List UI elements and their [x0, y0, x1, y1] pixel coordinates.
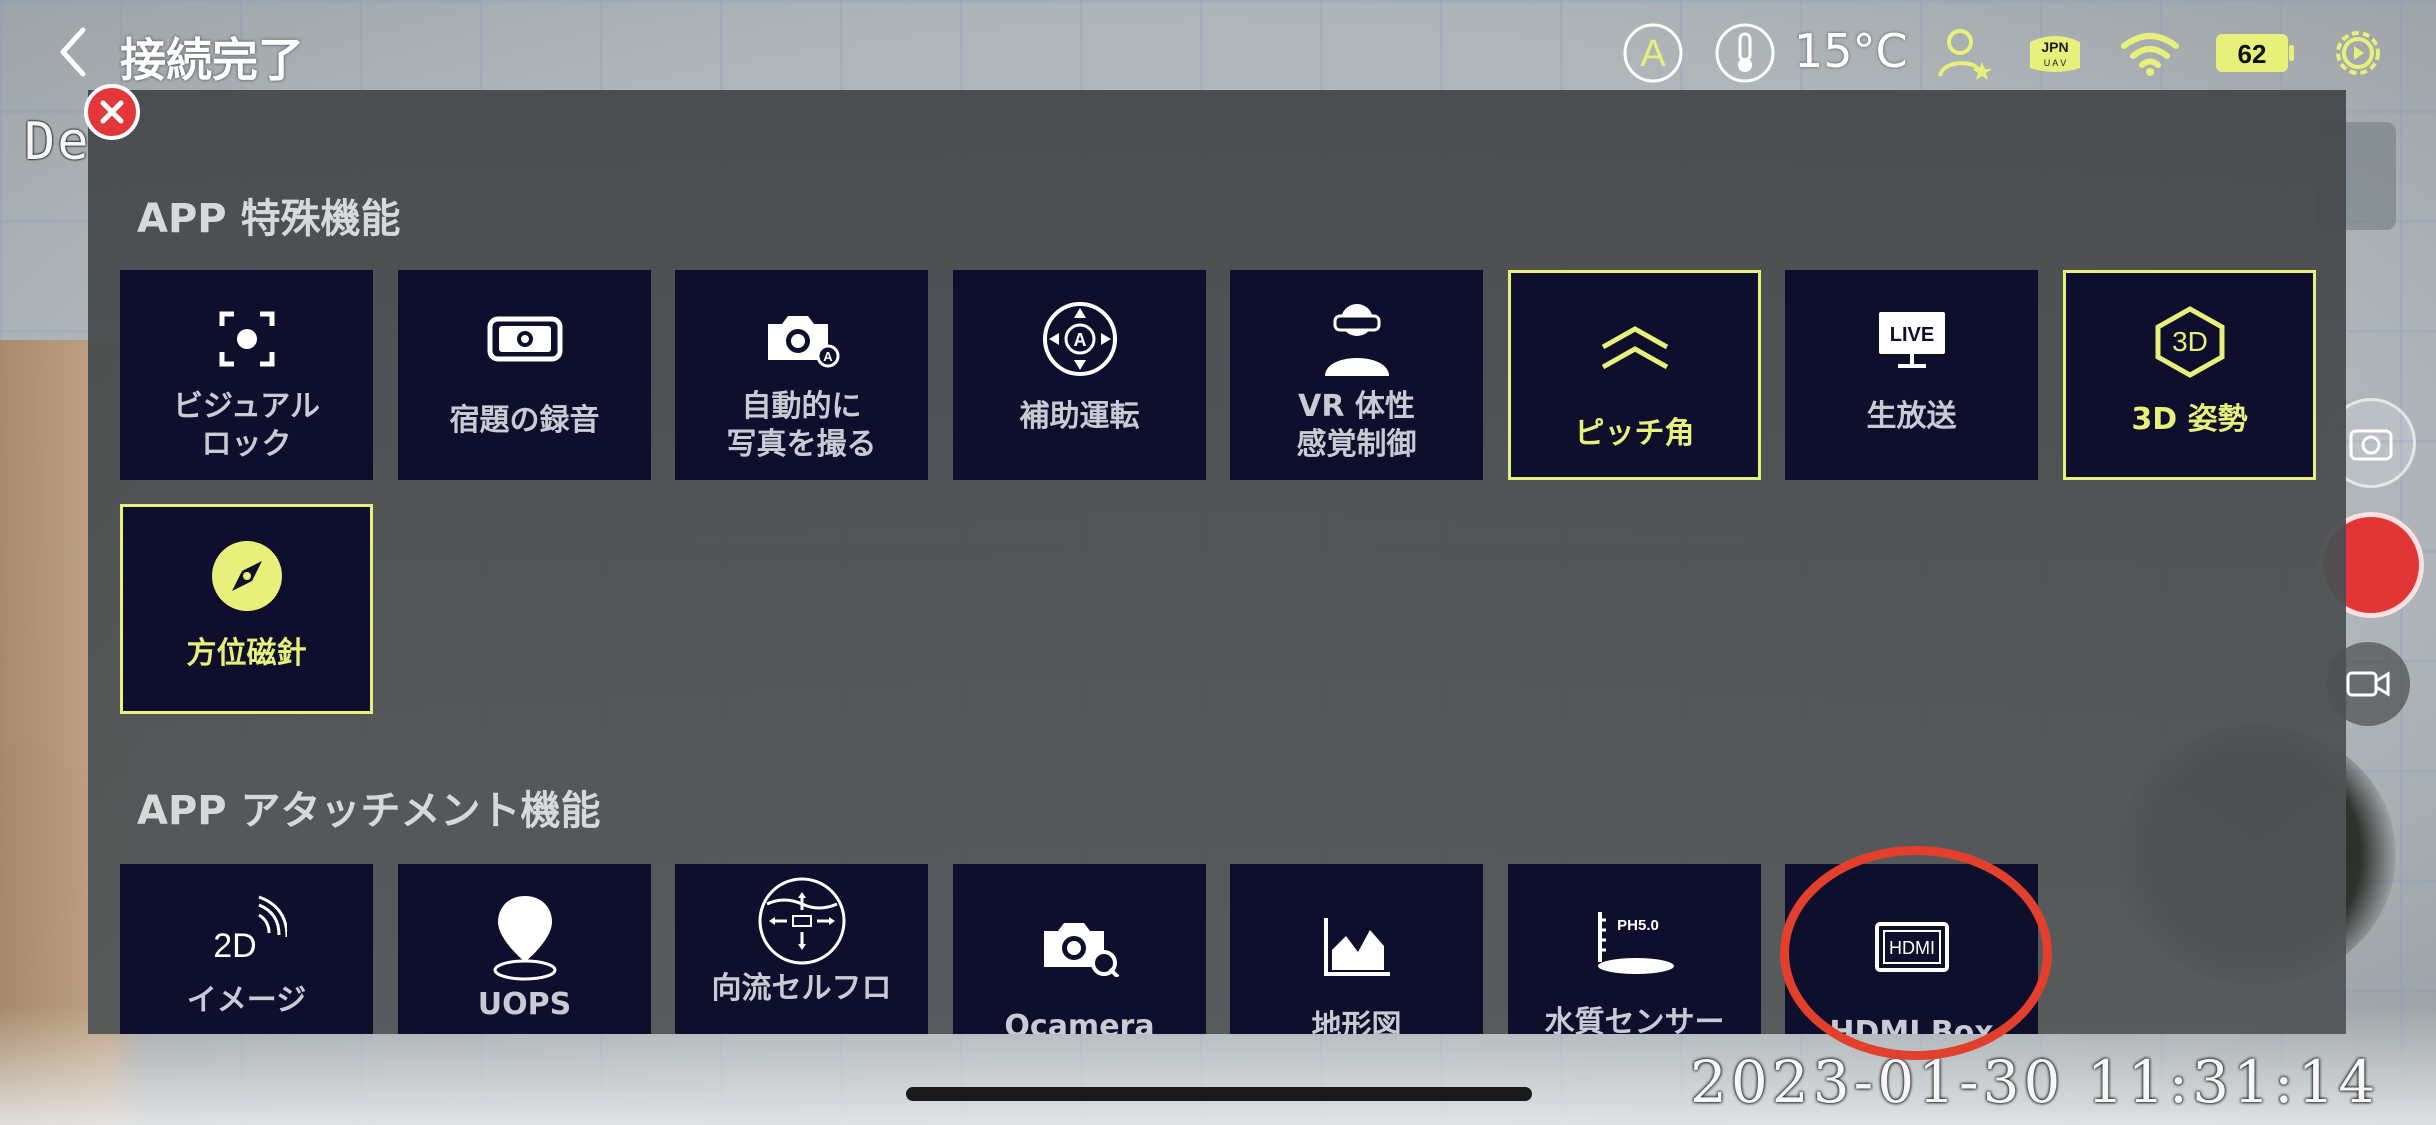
tile-label: ピッチ角 [1574, 416, 1695, 451]
svg-text:JPN: JPN [2041, 39, 2068, 55]
tile-2d-image[interactable]: 2D イメージ [120, 864, 373, 1034]
svg-text:A: A [823, 349, 833, 364]
tile-label: Qcamera [1004, 1009, 1155, 1034]
assist-drive-icon: A [1042, 302, 1117, 376]
tile-assist-drive[interactable]: A 補助運転 [953, 270, 1206, 480]
tile-label: VR 体性 感覚制御 [1296, 389, 1417, 462]
tile-label: 水質センサー [1544, 1005, 1725, 1034]
page-title: 接続完了 [120, 33, 304, 87]
svg-text:3D: 3D [2172, 326, 2208, 357]
wifi-indicator [2120, 20, 2180, 86]
camera-icon [2349, 429, 2393, 461]
compass-icon [211, 541, 282, 611]
section-title-attachment: APP アタッチメント機能 [137, 788, 601, 834]
tile-vr-control[interactable]: VR 体性 感覚制御 [1230, 270, 1483, 480]
status-bar: 接続完了 A 15°C JPN U A V 62 [0, 0, 2436, 104]
svg-text:A: A [1640, 33, 1666, 75]
battery-indicator: 62 [2214, 20, 2296, 86]
tile-visual-lock[interactable]: ビジュアル ロック [120, 270, 373, 480]
tile-label: 生放送 [1866, 399, 1957, 434]
chevron-left-icon [60, 27, 86, 77]
region-badge[interactable]: JPN U A V [2024, 20, 2086, 86]
vr-headset-icon [1324, 304, 1389, 376]
svg-text:2D: 2D [213, 927, 256, 965]
auto-mode-icon: A [1623, 23, 1683, 83]
temperature-indicator [1714, 20, 1776, 86]
flow-control-icon [758, 877, 845, 965]
tile-uops[interactable]: UOPS [398, 864, 651, 1034]
qcamera-icon [1043, 923, 1119, 977]
battery-icon: 62 [2216, 34, 2294, 72]
home-indicator[interactable] [906, 1087, 1532, 1101]
temperature-value: 15°C [1794, 24, 1908, 78]
tile-qcamera[interactable]: Qcamera [953, 864, 1206, 1034]
jpn-uav-icon: JPN U A V [2030, 36, 2080, 72]
tile-label: 自動的に 写真を撮る [726, 389, 877, 462]
tile-record[interactable]: 宿題の録音 [398, 270, 651, 480]
user-button[interactable] [1936, 20, 1994, 86]
close-icon [100, 100, 124, 124]
svg-text:U A V: U A V [2044, 58, 2067, 68]
tile-label: ビジュアル ロック [173, 389, 320, 462]
visual-lock-icon [219, 311, 274, 367]
thermometer-icon [1715, 23, 1775, 83]
ph-sensor-icon: PH5.0 [1597, 912, 1674, 974]
tile-label: 3D 姿勢 [2131, 402, 2248, 437]
tile-label: 補助運転 [1019, 399, 1140, 434]
tile-live[interactable]: LIVE 生放送 [1785, 270, 2038, 480]
tile-label: 方位磁針 [186, 636, 307, 671]
tile-compass[interactable]: 方位磁針 [120, 504, 373, 714]
tile-label: UOPS [477, 987, 572, 1022]
gear-icon [2336, 31, 2380, 75]
terrain-chart-icon [1323, 918, 1390, 976]
3d-icon: 3D [2155, 306, 2224, 378]
wifi-icon [2121, 33, 2179, 76]
pitch-chevron-icon [1601, 326, 1668, 370]
tile-label: 宿題の録音 [449, 403, 600, 438]
svg-text:LIVE: LIVE [1889, 324, 1933, 346]
tile-auto-photo[interactable]: A 自動的に 写真を撮る [675, 270, 928, 480]
2d-sonar-icon: 2D [213, 895, 287, 965]
video-camera-icon [2346, 671, 2390, 697]
osd-text: De [24, 112, 91, 172]
settings-button[interactable] [2330, 20, 2386, 86]
close-button[interactable] [84, 84, 140, 140]
svg-text:62: 62 [2238, 39, 2267, 69]
tile-label: 向流セルフロ [711, 971, 892, 1006]
svg-text:PH5.0: PH5.0 [1617, 917, 1659, 934]
section-title-special: APP 特殊機能 [137, 196, 401, 242]
tile-water-sensor[interactable]: PH5.0 水質センサー [1508, 864, 1761, 1034]
svg-text:A: A [1073, 330, 1086, 350]
phone-record-icon [487, 316, 562, 362]
highlight-circle [1780, 846, 2052, 1060]
tile-flow-control[interactable]: 向流セルフロ [675, 864, 928, 1034]
tile-3d-pose[interactable]: 3D 3D 姿勢 [2063, 270, 2316, 480]
tile-terrain[interactable]: 地形図 [1230, 864, 1483, 1034]
back-button[interactable] [52, 24, 92, 80]
tile-pitch-angle[interactable]: ピッチ角 [1508, 270, 1761, 480]
tile-label: イメージ [186, 983, 307, 1018]
tile-label: 地形図 [1311, 1009, 1402, 1034]
video-timestamp: 2023-01-30 11:31:14 [1690, 1048, 2380, 1116]
live-icon: LIVE [1878, 312, 1945, 368]
user-star-icon [1938, 29, 1992, 80]
location-pin-icon [493, 896, 556, 981]
mode-indicator[interactable]: A [1622, 20, 1684, 86]
auto-photo-icon: A [767, 316, 839, 368]
